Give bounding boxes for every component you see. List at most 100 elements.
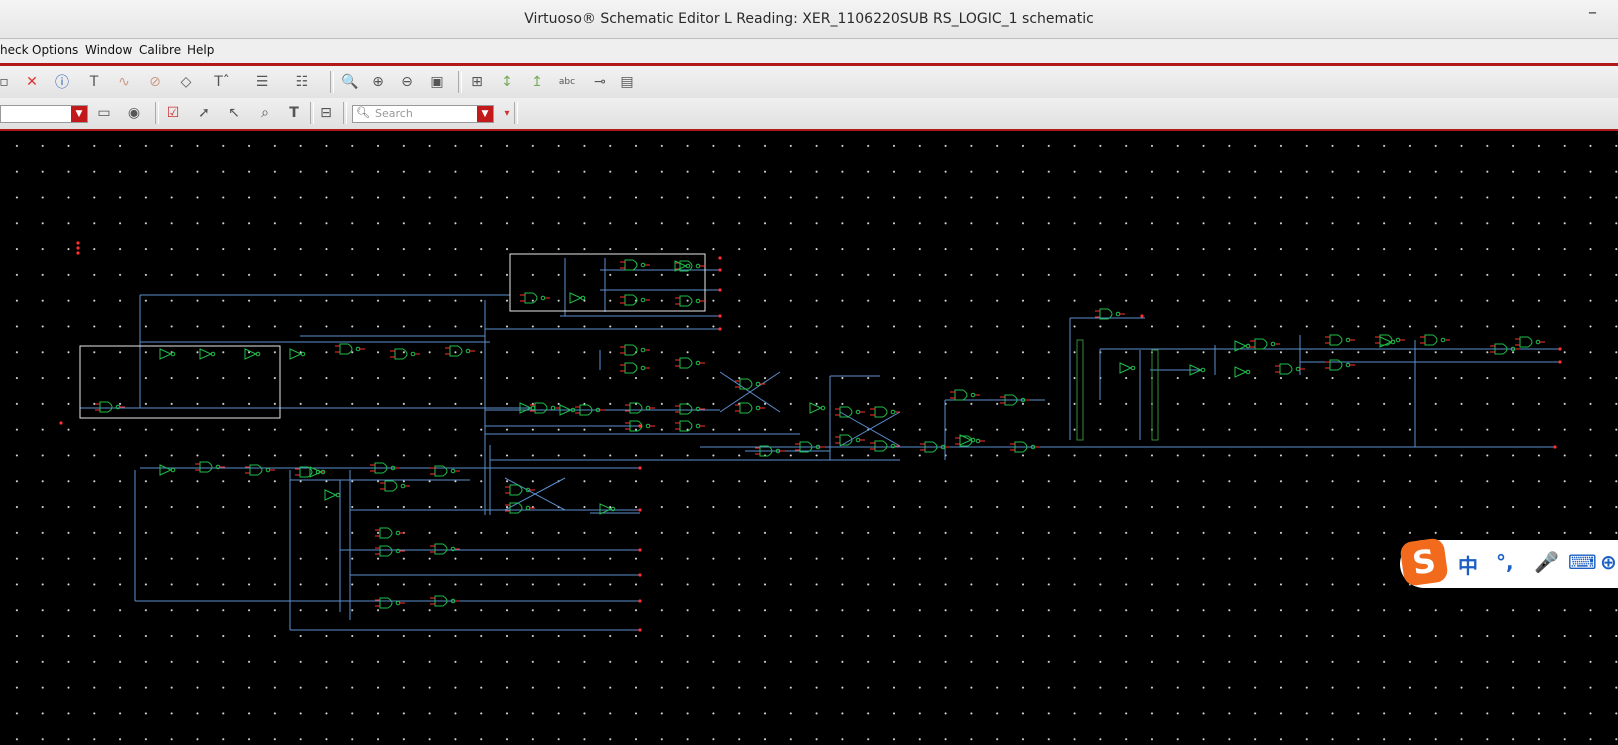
view-icon[interactable]: ◉ (124, 103, 144, 123)
text-cursor-icon[interactable]: T (284, 103, 304, 123)
gate-bubble (695, 298, 701, 304)
pin-dot (76, 241, 80, 245)
logic-gate (379, 597, 393, 609)
menu-help[interactable]: Help (187, 43, 214, 57)
pin-dot (718, 256, 722, 260)
gate-bubble (855, 409, 861, 415)
chevron-down-icon[interactable]: ▼ (71, 106, 87, 122)
pin-dot (638, 424, 642, 428)
logic-gate (739, 378, 753, 390)
delete-icon[interactable]: ✕ (22, 72, 42, 92)
logic-gate (99, 401, 113, 413)
inverter (569, 292, 583, 304)
zoom-in-icon[interactable]: ⊕ (368, 72, 388, 92)
key-icon[interactable]: ⊸ (590, 72, 610, 92)
pin-dot (59, 421, 63, 425)
probe-icon[interactable]: ⌕ (255, 103, 275, 123)
logic-gate (394, 348, 408, 360)
pointer-icon[interactable]: ↖ (224, 103, 244, 123)
logic-gate (624, 259, 638, 271)
info-icon[interactable]: ⓘ (52, 72, 72, 92)
gamepad-icon[interactable]: ⊕ (1600, 550, 1617, 574)
pin-dot (638, 466, 642, 470)
logic-gate (249, 464, 263, 476)
toolbar-separator (458, 71, 462, 93)
property-icon[interactable]: ◇ (176, 72, 196, 92)
microphone-icon[interactable]: 🎤 (1534, 550, 1559, 574)
gate-bubble (970, 392, 976, 398)
transistor-stack (1151, 349, 1159, 441)
undo-icon[interactable]: ▫ (0, 72, 14, 92)
gate-bubble (265, 467, 271, 473)
gate-bubble (1395, 337, 1401, 343)
logic-gate (379, 545, 393, 557)
keyboard-icon[interactable]: ⌨ (1568, 550, 1597, 574)
gate-bubble (1440, 337, 1446, 343)
gate-bubble (890, 409, 896, 415)
transistor-stack (1076, 339, 1084, 441)
gate-bubble (1345, 362, 1351, 368)
hierarchy-icon[interactable]: ⊞ (467, 72, 487, 92)
zoom-out-icon[interactable]: ⊖ (397, 72, 417, 92)
text-edit-icon[interactable]: T (84, 72, 104, 92)
window-icon[interactable]: ▭ (94, 103, 114, 123)
window-title: Virtuoso® Schematic Editor L Reading: XE… (524, 11, 1094, 27)
ime-logo[interactable]: S (1399, 537, 1449, 587)
toolbar-separator (330, 71, 334, 93)
zoom-fit-icon[interactable]: 🔍 (340, 72, 360, 92)
ime-mode-toggle[interactable]: 中 (1458, 550, 1478, 579)
pin-dot (76, 246, 80, 250)
search-field[interactable]: 🔍︎ Search ▼ (352, 105, 494, 123)
pin-dot (76, 251, 80, 255)
ime-punct-toggle[interactable]: °, (1496, 550, 1514, 574)
logic-gate (679, 357, 693, 369)
gate-bubble (640, 297, 646, 303)
logic-gate (509, 484, 523, 496)
logic-gate (874, 440, 888, 452)
navigator-icon[interactable]: ⊟ (316, 103, 336, 123)
abc-icon[interactable]: abc (557, 72, 577, 92)
distribute-icon[interactable]: ☷ (292, 72, 312, 92)
logic-gate (1519, 336, 1533, 348)
schematic-drawing[interactable] (0, 131, 1618, 741)
wire-icon[interactable]: ∿ (114, 72, 134, 92)
select-check-icon[interactable]: ☑ (163, 103, 183, 123)
menu-window[interactable]: Window (85, 43, 132, 57)
align-icon[interactable]: ☰ (252, 72, 272, 92)
inverter (324, 489, 338, 501)
logic-gate (384, 480, 398, 492)
logic-gate (339, 343, 353, 355)
menu-check[interactable]: heck (0, 43, 29, 57)
ime-toolbar[interactable]: S 中 °, 🎤 ⌨ ⊕ (1399, 537, 1618, 588)
font-icon[interactable]: Tˆ (212, 72, 232, 92)
inverter (244, 348, 258, 360)
pin-dot (718, 268, 722, 272)
label-icon[interactable]: ↥ (527, 72, 547, 92)
menu-calibre[interactable]: Calibre (139, 43, 181, 57)
pin-dot (638, 628, 642, 632)
chevron-down-icon[interactable]: ▼ (477, 106, 493, 122)
logic-gate (199, 461, 213, 473)
select-cursor-icon[interactable]: ➚ (194, 103, 214, 123)
pin-dot (638, 573, 642, 577)
inverter (199, 348, 213, 360)
gate-bubble (695, 360, 701, 366)
logic-gate (379, 527, 393, 539)
pin-icon[interactable]: ⊘ (145, 72, 165, 92)
sheet-icon[interactable]: ▤ (617, 72, 637, 92)
stretch-icon[interactable]: ↕ (497, 72, 517, 92)
schematic-canvas[interactable] (0, 131, 1618, 741)
zoom-area-icon[interactable]: ▣ (427, 72, 447, 92)
minimize-button[interactable]: – (1588, 2, 1597, 23)
logic-gate (524, 292, 538, 304)
toolbar-separator (155, 102, 159, 124)
logic-gate (1424, 334, 1438, 346)
search-placeholder: Search (375, 107, 413, 120)
gate-bubble (695, 263, 701, 269)
logic-gate (874, 406, 888, 418)
menu-options[interactable]: Options (32, 43, 78, 57)
logic-gate (739, 402, 753, 414)
gate-bubble (355, 346, 361, 352)
schematic-wires (80, 258, 1560, 631)
cellview-combo[interactable]: ▼ (0, 105, 88, 123)
